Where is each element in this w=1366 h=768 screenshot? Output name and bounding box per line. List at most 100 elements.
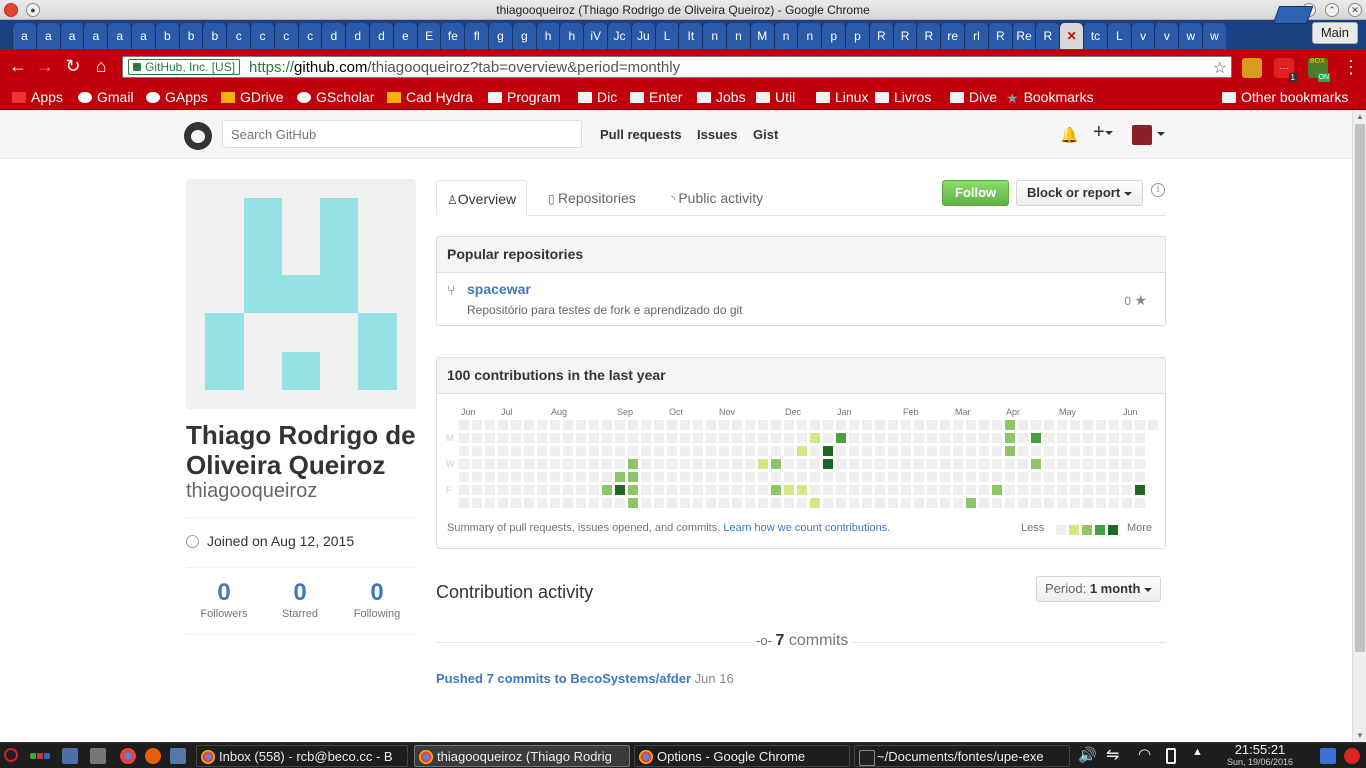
contribution-day[interactable]: [680, 498, 690, 508]
contribution-day[interactable]: [576, 459, 586, 469]
contribution-day[interactable]: [1044, 485, 1054, 495]
contribution-day[interactable]: [940, 459, 950, 469]
contribution-day[interactable]: [511, 446, 521, 456]
contribution-day[interactable]: [1122, 420, 1132, 430]
ev-certificate-badge[interactable]: GitHub, Inc. [US]: [128, 59, 241, 75]
contribution-day[interactable]: [1135, 433, 1145, 443]
browser-tab[interactable]: d: [369, 23, 393, 49]
contribution-day[interactable]: [602, 459, 612, 469]
contribution-day[interactable]: [1109, 446, 1119, 456]
contribution-day[interactable]: [758, 459, 768, 469]
contribution-day[interactable]: [472, 498, 482, 508]
network-icon[interactable]: ⇋: [1106, 745, 1119, 765]
contribution-day[interactable]: [979, 420, 989, 430]
contribution-day[interactable]: [1044, 472, 1054, 482]
tab-repositories[interactable]: ▯ Repositories: [538, 180, 646, 216]
contribution-day[interactable]: [524, 472, 534, 482]
contribution-day[interactable]: [940, 498, 950, 508]
browser-tab[interactable]: d: [345, 23, 370, 49]
contribution-day[interactable]: [1083, 459, 1093, 469]
file-manager-icon[interactable]: [90, 748, 106, 764]
browser-tab[interactable]: a: [59, 23, 84, 49]
github-logo-icon[interactable]: [184, 122, 212, 150]
stat-starred[interactable]: 0 Starred: [262, 578, 338, 620]
contribution-day[interactable]: [810, 420, 820, 430]
user-avatar[interactable]: [1132, 125, 1152, 145]
bookmark-cad-hydra[interactable]: Cad Hydra: [387, 88, 473, 106]
contribution-day[interactable]: [485, 498, 495, 508]
contribution-day[interactable]: [758, 472, 768, 482]
contribution-day[interactable]: [693, 433, 703, 443]
contribution-day[interactable]: [784, 498, 794, 508]
contribution-day[interactable]: [1070, 498, 1080, 508]
browser-tab[interactable]: L: [1106, 23, 1131, 49]
contribution-day[interactable]: [537, 472, 547, 482]
contribution-day[interactable]: [784, 420, 794, 430]
browser-tab[interactable]: M: [749, 23, 774, 49]
nav-issues[interactable]: Issues: [697, 127, 737, 142]
close-window-button[interactable]: ✕: [1348, 3, 1362, 17]
contribution-day[interactable]: [979, 472, 989, 482]
scroll-up-icon[interactable]: ▲: [1356, 112, 1364, 121]
contribution-day[interactable]: [810, 485, 820, 495]
contribution-day[interactable]: [589, 498, 599, 508]
contribution-day[interactable]: [875, 498, 885, 508]
contribution-day[interactable]: [615, 472, 625, 482]
extension-icon[interactable]: [1242, 58, 1262, 78]
contribution-day[interactable]: [498, 433, 508, 443]
contribution-day[interactable]: [784, 485, 794, 495]
contribution-day[interactable]: [563, 433, 573, 443]
contribution-day[interactable]: [810, 433, 820, 443]
contribution-day[interactable]: [992, 433, 1002, 443]
browser-tab[interactable]: L: [654, 23, 679, 49]
contribution-day[interactable]: [654, 420, 664, 430]
browser-tab[interactable]: Ju: [630, 23, 655, 49]
bookmark-gapps[interactable]: GApps: [146, 88, 208, 106]
contribution-day[interactable]: [901, 498, 911, 508]
contribution-day[interactable]: [472, 420, 482, 430]
contribution-day[interactable]: [862, 472, 872, 482]
contribution-day[interactable]: [1083, 433, 1093, 443]
contribution-day[interactable]: [1122, 446, 1132, 456]
contribution-day[interactable]: [615, 498, 625, 508]
contribution-day[interactable]: [1005, 420, 1015, 430]
contribution-day[interactable]: [511, 485, 521, 495]
browser-tab[interactable]: R: [987, 23, 1012, 49]
browser-tab[interactable]: n: [797, 23, 822, 49]
contribution-day[interactable]: [693, 472, 703, 482]
active-tab-close-button[interactable]: ✕: [1059, 23, 1084, 49]
contribution-day[interactable]: [537, 485, 547, 495]
contribution-day[interactable]: [797, 472, 807, 482]
bookmark-linux[interactable]: Linux: [816, 88, 868, 106]
bookmark-dic[interactable]: Dic: [578, 88, 617, 106]
menu-icon[interactable]: ⋮: [1340, 56, 1362, 78]
browser-tab[interactable]: fl: [464, 23, 489, 49]
home-icon[interactable]: ⌂: [90, 55, 112, 77]
contribution-day[interactable]: [680, 433, 690, 443]
chrome-launcher-icon[interactable]: [120, 748, 136, 764]
contribution-day[interactable]: [836, 485, 846, 495]
contribution-day[interactable]: [888, 446, 898, 456]
contribution-day[interactable]: [628, 472, 638, 482]
contribution-day[interactable]: [771, 472, 781, 482]
contribution-day[interactable]: [862, 420, 872, 430]
contribution-day[interactable]: [563, 459, 573, 469]
contribution-day[interactable]: [862, 485, 872, 495]
tab-public-activity[interactable]: ◝ Public activity: [661, 180, 773, 216]
contribution-day[interactable]: [1096, 472, 1106, 482]
contribution-day[interactable]: [719, 485, 729, 495]
contribution-day[interactable]: [953, 420, 963, 430]
browser-tab[interactable]: n: [726, 23, 750, 49]
contribution-day[interactable]: [901, 433, 911, 443]
contribution-day[interactable]: [1096, 433, 1106, 443]
contribution-day[interactable]: [875, 433, 885, 443]
contribution-day[interactable]: [966, 485, 976, 495]
contribution-day[interactable]: [1018, 420, 1028, 430]
contribution-day[interactable]: [459, 472, 469, 482]
contribution-day[interactable]: [745, 485, 755, 495]
browser-tab[interactable]: tc: [1083, 23, 1107, 49]
contribution-day[interactable]: [1109, 498, 1119, 508]
contribution-day[interactable]: [459, 485, 469, 495]
contribution-day[interactable]: [888, 420, 898, 430]
contribution-day[interactable]: [875, 459, 885, 469]
